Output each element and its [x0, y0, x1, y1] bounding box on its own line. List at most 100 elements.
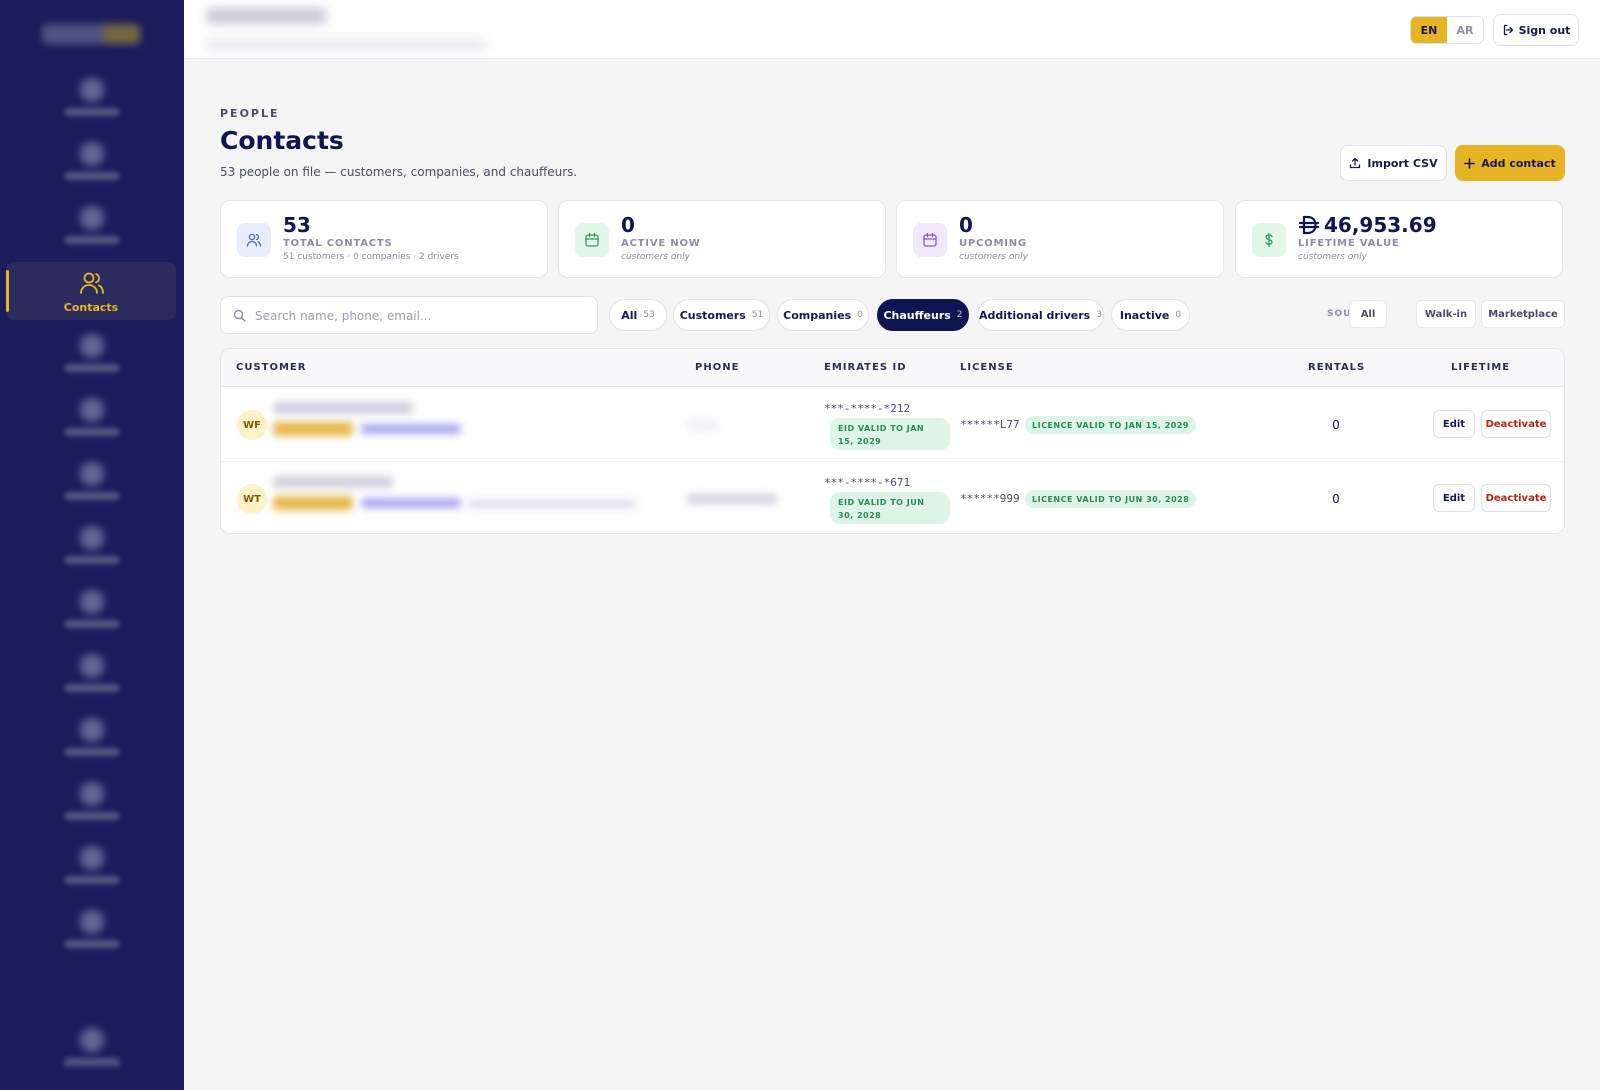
sidebar-item-10[interactable]	[6, 646, 176, 704]
license-value: ******999	[960, 492, 1020, 505]
stat-sub: customers only	[959, 252, 1028, 262]
nav-label	[64, 940, 120, 948]
column-header-rentals[interactable]: RENTALS	[1308, 362, 1365, 373]
sidebar-item-11[interactable]	[6, 710, 176, 768]
customer-name[interactable]	[273, 476, 393, 488]
search-input[interactable]	[255, 306, 585, 326]
sidebar-item-13[interactable]	[6, 838, 176, 896]
sidebar-item-contacts[interactable]: Contacts	[6, 262, 176, 320]
sidebar-item-14[interactable]	[6, 902, 176, 960]
customer-email-link[interactable]	[361, 498, 461, 508]
add-contact-button[interactable]: Add contact	[1455, 145, 1565, 181]
emirates-id-value: ***-****-*671	[824, 476, 911, 489]
edit-button[interactable]: Edit	[1433, 410, 1475, 438]
filter-all[interactable]: All 53	[609, 299, 667, 331]
filter-customers[interactable]: Customers 51	[673, 299, 770, 331]
table-row[interactable]: WT ***-****-*671 EID VALID TO JUN 30, 20…	[221, 462, 1564, 533]
sidebar-item-6[interactable]	[6, 390, 176, 448]
stat-value: 53	[283, 213, 311, 237]
calendar-icon	[913, 223, 947, 257]
filter-label: Companies	[783, 308, 852, 322]
filter-label: Chauffeurs	[883, 308, 951, 322]
sidebar-item-1[interactable]	[6, 70, 176, 128]
filter-companies[interactable]: Companies 0	[777, 299, 869, 331]
filter-chauffeurs[interactable]: Chauffeurs 2	[877, 299, 969, 331]
nav-label	[64, 364, 120, 372]
nav-icon	[80, 462, 104, 486]
sidebar-item-2[interactable]	[6, 134, 176, 192]
lang-en-button[interactable]: EN	[1411, 17, 1447, 43]
stat-sub: customers only	[1298, 252, 1367, 262]
filter-label: All	[621, 308, 638, 322]
source-all-button[interactable]: All	[1349, 300, 1387, 328]
breadcrumb	[206, 8, 326, 24]
stat-card-active: 0 ACTIVE NOW customers only	[558, 200, 886, 278]
nav-icon	[80, 654, 104, 678]
nav-label	[64, 428, 120, 436]
column-header-lifetime[interactable]: LIFETIME	[1451, 362, 1510, 373]
language-switcher: EN AR	[1410, 16, 1484, 44]
rentals-count: 0	[1332, 492, 1340, 506]
stat-card-lifetime: 46,953.69 LIFETIME VALUE customers only	[1235, 200, 1563, 278]
license-validity-badge: LICENCE VALID TO JUN 30, 2028	[1025, 490, 1197, 508]
column-header-license[interactable]: LICENSE	[960, 362, 1014, 373]
stat-card-upcoming: 0 UPCOMING customers only	[896, 200, 1224, 278]
nav-label	[64, 620, 120, 628]
customer-name[interactable]	[273, 402, 413, 414]
source-walk-in-button[interactable]: Walk-in	[1416, 300, 1476, 328]
customer-email-link[interactable]	[361, 424, 461, 434]
brand-logo[interactable]	[42, 24, 140, 44]
edit-button[interactable]: Edit	[1433, 484, 1475, 512]
phone-value	[687, 494, 777, 504]
table-header: CUSTOMER PHONE EMIRATES ID LICENSE RENTA…	[221, 349, 1564, 387]
filter-label: Inactive	[1119, 308, 1170, 322]
filter-label: Additional drivers	[979, 308, 1091, 322]
sidebar-item-8[interactable]	[6, 518, 176, 576]
sign-out-icon	[1503, 24, 1513, 36]
stat-label: TOTAL CONTACTS	[283, 238, 393, 249]
customer-type-badge	[273, 496, 353, 510]
column-header-emirates-id[interactable]: EMIRATES ID	[824, 362, 907, 373]
stat-sub: customers only	[621, 252, 690, 262]
page-subtitle: 53 people on file — customers, companies…	[220, 165, 578, 179]
nav-icon	[80, 910, 104, 934]
source-marketplace-button[interactable]: Marketplace	[1481, 300, 1565, 328]
nav-icon	[80, 718, 104, 742]
phone-value	[687, 420, 717, 430]
nav-icon	[80, 142, 104, 166]
filter-count: 0	[1175, 310, 1182, 320]
filter-inactive[interactable]: Inactive 0	[1111, 299, 1190, 331]
sidebar-item-9[interactable]	[6, 582, 176, 640]
nav-label	[64, 236, 120, 244]
search-box	[220, 296, 598, 334]
sidebar: Contacts	[0, 0, 184, 1090]
stat-value: 0	[621, 213, 635, 237]
sign-out-button[interactable]: Sign out	[1493, 14, 1579, 46]
add-contact-label: Add contact	[1481, 156, 1556, 170]
sidebar-item-12[interactable]	[6, 774, 176, 832]
deactivate-button[interactable]: Deactivate	[1481, 484, 1551, 512]
stat-value: 46,953.69	[1324, 213, 1437, 237]
lang-ar-button[interactable]: AR	[1447, 17, 1483, 43]
license-value: ******L77	[960, 418, 1020, 431]
column-header-phone[interactable]: PHONE	[695, 362, 739, 373]
import-csv-button[interactable]: Import CSV	[1340, 145, 1447, 181]
sidebar-item-3[interactable]	[6, 198, 176, 256]
column-header-customer[interactable]: CUSTOMER	[236, 362, 306, 373]
sidebar-item-bottom[interactable]	[6, 1020, 176, 1078]
nav-label	[64, 876, 120, 884]
filter-additional-drivers[interactable]: Additional drivers 3	[977, 299, 1104, 331]
sidebar-item-label: Contacts	[63, 301, 119, 314]
avatar: WF	[237, 410, 267, 440]
sidebar-item-7[interactable]	[6, 454, 176, 512]
deactivate-button[interactable]: Deactivate	[1481, 410, 1551, 438]
calendar-icon	[575, 223, 609, 257]
filter-count: 53	[643, 310, 655, 320]
sidebar-item-5[interactable]	[6, 326, 176, 384]
nav-label	[64, 108, 120, 116]
nav-label	[64, 556, 120, 564]
import-csv-label: Import CSV	[1367, 156, 1438, 170]
nav-icon	[80, 334, 104, 358]
nav-label	[64, 812, 120, 820]
table-row[interactable]: WF ***-****-*212 EID VALID TO JAN 15, 20…	[221, 388, 1564, 462]
